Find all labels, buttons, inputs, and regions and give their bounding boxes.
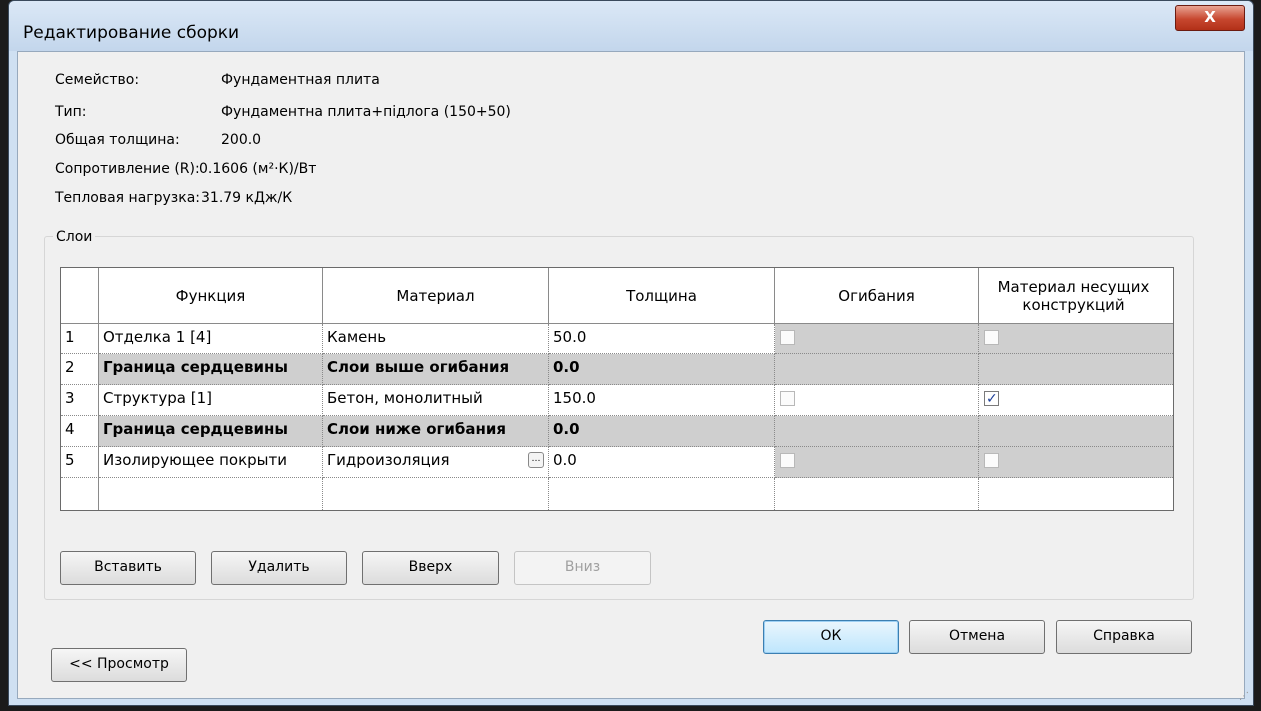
help-button[interactable]: Справка	[1056, 620, 1192, 654]
wraps-cell	[775, 447, 979, 478]
browse-material-button[interactable]: …	[528, 452, 544, 468]
material-cell[interactable]: Камень	[323, 324, 549, 354]
resistance-value: 0.1606 (м²·К)/Вт	[199, 161, 317, 177]
function-cell[interactable]: Структура [1]	[99, 385, 323, 416]
header-function[interactable]: Функция	[99, 268, 323, 324]
row-number-empty[interactable]	[61, 478, 99, 510]
resize-grip-icon[interactable]: ⋰	[1239, 691, 1249, 702]
wraps-cell	[775, 416, 979, 447]
header-num	[61, 268, 99, 324]
ok-button[interactable]: ОК	[763, 620, 899, 654]
material-cell[interactable]: Бетон, монолитный	[323, 385, 549, 416]
dialog-title: Редактирование сборки	[23, 23, 240, 43]
thickness-cell-empty[interactable]	[549, 478, 775, 510]
wraps-cell-empty[interactable]	[775, 478, 979, 510]
wraps-cell	[775, 354, 979, 385]
thermal-value: 31.79 кДж/К	[201, 190, 293, 206]
thickness-cell[interactable]: 50.0	[549, 324, 775, 354]
family-label: Семейство:	[55, 72, 140, 88]
function-cell[interactable]: Изолирующее покрыти	[99, 447, 323, 478]
material-value: Гидроизоляция	[327, 451, 450, 469]
thermal-label: Тепловая нагрузка:	[55, 190, 200, 206]
move-down-button[interactable]: Вниз	[514, 551, 651, 585]
resistance-label: Сопротивление (R):	[55, 161, 200, 177]
thickness-label: Общая толщина:	[55, 132, 180, 148]
function-cell: Граница сердцевины	[99, 416, 323, 447]
structural-cell-empty[interactable]	[979, 478, 1173, 510]
thickness-cell: 0.0	[549, 416, 775, 447]
preview-button[interactable]: << Просмотр	[51, 648, 187, 682]
thickness-cell[interactable]: 150.0	[549, 385, 775, 416]
material-cell: Слои выше огибания	[323, 354, 549, 385]
structural-cell	[979, 447, 1173, 478]
type-label: Тип:	[55, 104, 87, 120]
function-cell[interactable]: Отделка 1 [4]	[99, 324, 323, 354]
material-cell-empty[interactable]	[323, 478, 549, 510]
layers-table: Функция Материал Толщина Огибания Матери…	[60, 267, 1174, 511]
wraps-cell	[775, 385, 979, 416]
wraps-cell	[775, 324, 979, 354]
wraps-checkbox[interactable]	[780, 330, 795, 345]
title-bar[interactable]: Редактирование сборки X	[9, 1, 1253, 51]
header-wraps[interactable]: Огибания	[775, 268, 979, 324]
header-material[interactable]: Материал	[323, 268, 549, 324]
material-cell[interactable]: Гидроизоляция …	[323, 447, 549, 478]
thickness-cell: 0.0	[549, 354, 775, 385]
thickness-cell[interactable]: 0.0	[549, 447, 775, 478]
structural-checkbox[interactable]	[984, 453, 999, 468]
structural-checkbox[interactable]	[984, 330, 999, 345]
wraps-checkbox[interactable]	[780, 391, 795, 406]
row-number[interactable]: 2	[61, 354, 99, 385]
type-value: Фундаментна плита+підлога (150+50)	[221, 104, 511, 120]
layers-group-label: Слои	[53, 229, 96, 245]
wraps-checkbox[interactable]	[780, 453, 795, 468]
cancel-button[interactable]: Отмена	[909, 620, 1045, 654]
row-number[interactable]: 1	[61, 324, 99, 354]
structural-cell	[979, 416, 1173, 447]
row-number[interactable]: 4	[61, 416, 99, 447]
delete-button[interactable]: Удалить	[211, 551, 347, 585]
header-structural[interactable]: Материал несущих конструкций	[979, 268, 1173, 324]
structural-cell	[979, 354, 1173, 385]
move-up-button[interactable]: Вверх	[362, 551, 499, 585]
close-button[interactable]: X	[1175, 5, 1245, 31]
family-value: Фундаментная плита	[221, 72, 380, 88]
insert-button[interactable]: Вставить	[60, 551, 196, 585]
structural-cell	[979, 324, 1173, 354]
structural-checkbox-checked[interactable]	[984, 386, 999, 413]
material-cell: Слои ниже огибания	[323, 416, 549, 447]
row-number[interactable]: 5	[61, 447, 99, 478]
thickness-value: 200.0	[221, 132, 262, 148]
structural-cell	[979, 385, 1173, 416]
header-thickness[interactable]: Толщина	[549, 268, 775, 324]
row-number[interactable]: 3	[61, 385, 99, 416]
function-cell: Граница сердцевины	[99, 354, 323, 385]
function-cell-empty[interactable]	[99, 478, 323, 510]
